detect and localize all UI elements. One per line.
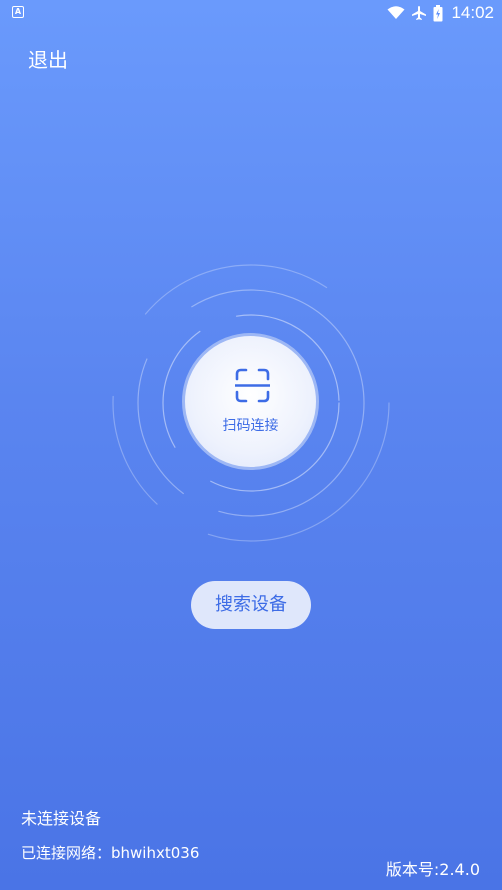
battery-icon [433,4,443,21]
connection-status-text: 未连接设备 [21,809,102,828]
network-name: bhwihxt036 [111,844,200,862]
scan-frame-icon [235,368,270,403]
airplane-icon [412,6,427,20]
scan-connect-label: 扫码连接 [222,418,279,434]
status-bar: A 14:02 [0,0,502,26]
status-time: 14:02 [451,3,494,22]
search-device-button[interactable]: 搜索设备 [191,581,311,629]
network-info: 已连接网络：bhwihxt036 [21,842,199,863]
version-label: 版本号: [385,860,440,879]
wifi-icon [387,6,405,19]
version-value: 2.4.0 [439,860,480,879]
status-icons: 14:02 [387,3,494,23]
exit-button[interactable]: 退出 [28,44,68,73]
app-notification-icon: A [12,6,24,18]
version-info: 版本号:2.4.0 [386,856,480,880]
scan-connect-button[interactable]: 扫码连接 [182,333,319,470]
network-label: 已连接网络： [21,844,112,862]
